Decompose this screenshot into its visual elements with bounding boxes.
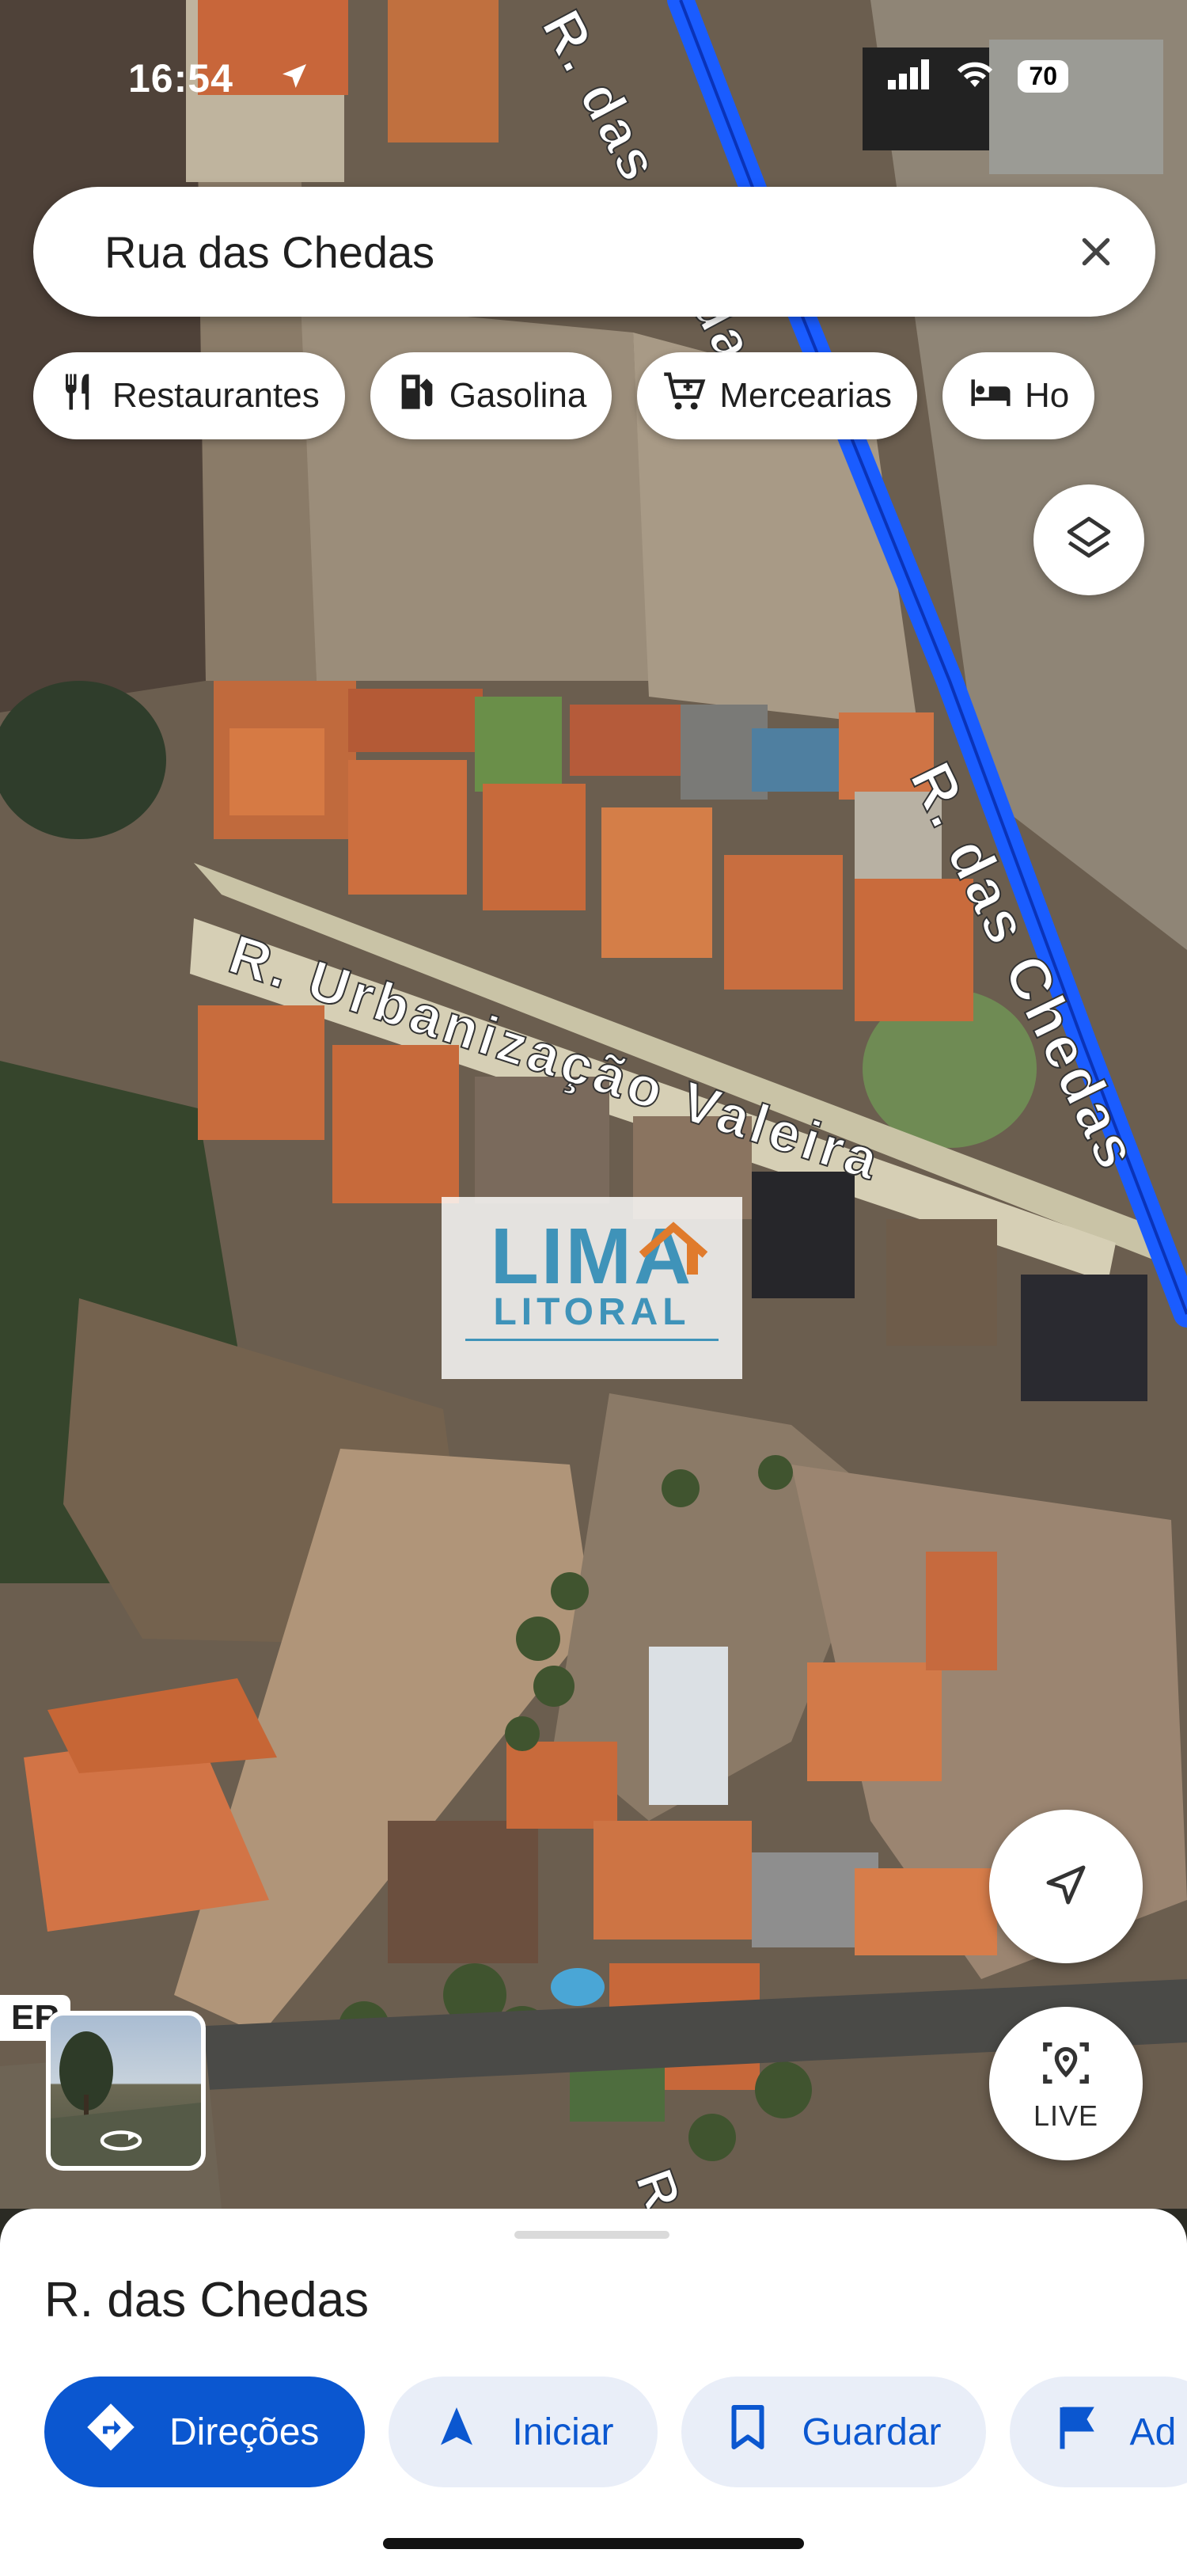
chip-label: Gasolina [449,376,587,415]
flag-icon [1054,2403,1098,2460]
action-buttons: Direções Iniciar Guardar Ad [44,2377,1187,2487]
home-indicator [383,2538,804,2549]
gas-station-icon [396,370,438,422]
category-chips: Restaurantes Gasolina Mercearias Ho [33,352,1187,439]
chip-label: Restaurantes [112,376,320,415]
layers-icon [1063,512,1115,568]
street-view-thumbnail[interactable] [46,2011,206,2171]
clock: 16:54 [128,56,233,101]
shopping-cart-icon [662,370,708,422]
save-button[interactable]: Guardar [681,2377,986,2487]
live-label: LIVE [1033,2099,1099,2132]
watermark-logo: LIMA LITORAL [442,1197,742,1379]
search-input[interactable] [103,225,1068,279]
add-label-button[interactable]: Ad [1009,2377,1187,2487]
chip-label: Ho [1025,376,1070,415]
signal-icon [888,59,932,93]
layers-button[interactable] [1033,484,1144,595]
navigation-arrow-icon [1040,1859,1092,1915]
restaurant-icon [59,370,101,422]
live-view-button[interactable]: LIVE [989,2007,1143,2160]
my-location-button[interactable] [989,1810,1143,1963]
hotel-icon [968,370,1014,422]
search-bar[interactable] [33,187,1155,317]
bookmark-icon [726,2403,770,2460]
start-button[interactable]: Iniciar [389,2377,658,2487]
watermark-sub: LITORAL [493,1291,691,1333]
chip-mercearias[interactable]: Mercearias [637,352,917,439]
start-label: Iniciar [512,2411,614,2453]
chip-restaurantes[interactable]: Restaurantes [33,352,345,439]
navigation-arrow-icon [433,2403,480,2460]
add-label: Ad [1129,2411,1177,2453]
directions-label: Direções [169,2411,320,2453]
roof-icon [639,1222,708,1275]
location-arrow-icon [279,60,310,96]
wifi-icon [954,59,995,94]
close-icon[interactable] [1068,224,1124,279]
place-title: R. das Chedas [44,2273,370,2327]
live-location-icon [1038,2035,1094,2098]
chip-hoteis[interactable]: Ho [942,352,1095,439]
rotate-360-icon [97,2126,146,2159]
directions-button[interactable]: Direções [44,2377,366,2487]
status-bar: 16:54 70 [0,55,1187,103]
chip-gasolina[interactable]: Gasolina [370,352,612,439]
sheet-drag-handle[interactable] [514,2231,669,2239]
battery-indicator: 70 [1018,60,1068,93]
chip-label: Mercearias [719,376,892,415]
watermark-underline [465,1338,719,1341]
save-label: Guardar [802,2411,942,2453]
place-sheet[interactable]: R. das Chedas Direções Iniciar Guardar A… [0,2209,1187,2576]
directions-icon [84,2400,138,2464]
